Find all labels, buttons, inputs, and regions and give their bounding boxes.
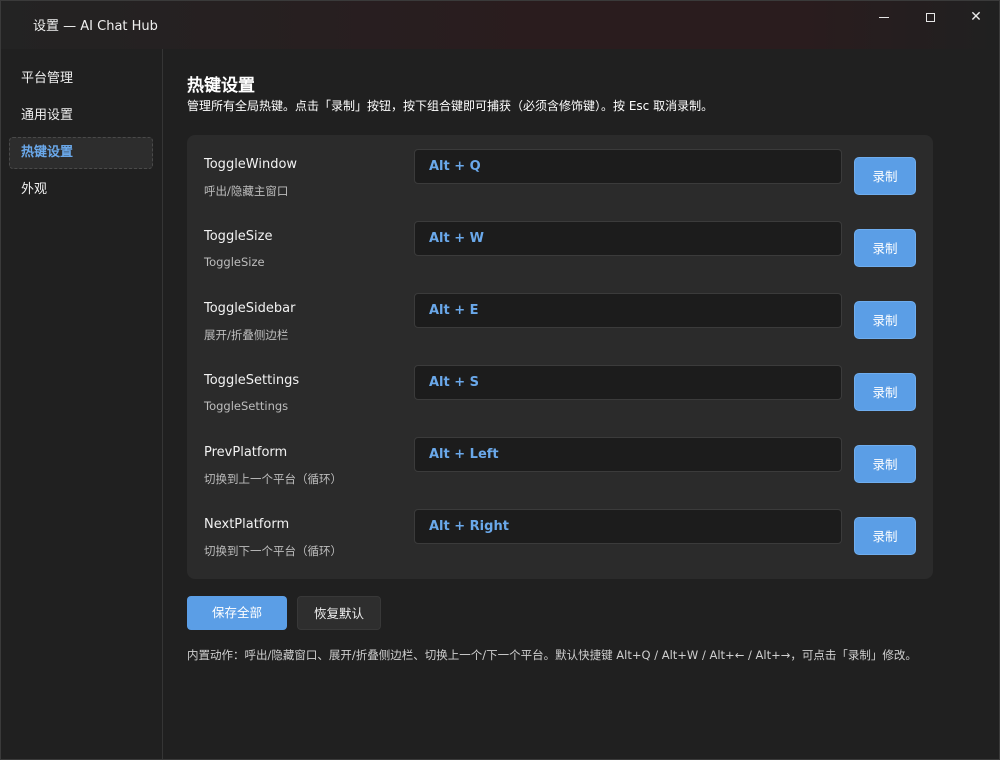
hotkey-row: ToggleSize ToggleSize Alt + W 录制 [187, 207, 933, 279]
sidebar: 平台管理 通用设置 热键设置 外观 [1, 49, 163, 759]
hotkey-name: PrevPlatform [204, 445, 288, 460]
settings-window: 设置 — AI Chat Hub ✕ 平台管理 通用设置 热键设置 外观 热键设… [0, 0, 1000, 760]
hotkey-description: 切换到上一个平台（循环） [204, 472, 342, 486]
restore-defaults-button[interactable]: 恢复默认 [297, 596, 381, 630]
hotkey-row: ToggleSidebar 展开/折叠侧边栏 Alt + E 录制 [187, 279, 933, 351]
record-button[interactable]: 录制 [854, 229, 916, 267]
hotkey-row: ToggleWindow 呼出/隐藏主窗口 Alt + Q 录制 [187, 135, 933, 207]
sidebar-item-hotkey-settings[interactable]: 热键设置 [9, 137, 153, 169]
hotkey-field[interactable]: Alt + Right [414, 509, 842, 544]
close-button[interactable]: ✕ [953, 1, 999, 33]
hotkey-name: ToggleSidebar [204, 301, 296, 316]
page-description: 管理所有全局热键。点击「录制」按钮，按下组合键即可捕获（必须含修饰键）。按 Es… [187, 99, 714, 113]
sidebar-item-appearance[interactable]: 外观 [9, 174, 153, 206]
hotkey-description: ToggleSize [204, 255, 265, 269]
hotkey-name: ToggleWindow [204, 157, 298, 172]
main-content: 热键设置 管理所有全局热键。点击「录制」按钮，按下组合键即可捕获（必须含修饰键）… [163, 49, 999, 759]
maximize-icon [925, 12, 935, 22]
hotkey-list: ToggleWindow 呼出/隐藏主窗口 Alt + Q 录制 ToggleS… [187, 135, 933, 579]
hotkey-field[interactable]: Alt + E [414, 293, 842, 328]
hotkey-name: NextPlatform [204, 517, 290, 532]
footnote: 内置动作：呼出/隐藏窗口、展开/折叠侧边栏、切换上一个/下一个平台。默认快捷键 … [187, 648, 917, 662]
hotkey-field[interactable]: Alt + Left [414, 437, 842, 472]
close-icon: ✕ [970, 9, 982, 25]
hotkey-description: ToggleSettings [204, 399, 289, 413]
hotkey-description: 展开/折叠侧边栏 [204, 328, 289, 342]
hotkey-row: NextPlatform 切换到下一个平台（循环） Alt + Right 录制 [187, 495, 933, 567]
hotkey-description: 切换到下一个平台（循环） [204, 544, 342, 558]
record-button[interactable]: 录制 [854, 445, 916, 483]
minimize-button[interactable] [861, 1, 907, 33]
hotkey-description: 呼出/隐藏主窗口 [204, 184, 289, 198]
hotkey-name: ToggleSettings [204, 373, 300, 388]
page-title: 热键设置 [187, 76, 255, 96]
hotkey-row: PrevPlatform 切换到上一个平台（循环） Alt + Left 录制 [187, 423, 933, 495]
title-bar[interactable]: 设置 — AI Chat Hub ✕ [1, 1, 999, 49]
save-all-button[interactable]: 保存全部 [187, 596, 287, 630]
hotkey-name: ToggleSize [204, 229, 273, 244]
window-title: 设置 — AI Chat Hub [33, 19, 158, 34]
hotkey-field[interactable]: Alt + Q [414, 149, 842, 184]
record-button[interactable]: 录制 [854, 157, 916, 195]
sidebar-item-general-settings[interactable]: 通用设置 [9, 100, 153, 132]
hotkey-field[interactable]: Alt + W [414, 221, 842, 256]
minimize-icon [879, 16, 889, 18]
hotkey-row: ToggleSettings ToggleSettings Alt + S 录制 [187, 351, 933, 423]
record-button[interactable]: 录制 [854, 301, 916, 339]
hotkey-field[interactable]: Alt + S [414, 365, 842, 400]
record-button[interactable]: 录制 [854, 517, 916, 555]
maximize-button[interactable] [907, 1, 953, 33]
sidebar-item-platform-management[interactable]: 平台管理 [9, 63, 153, 95]
record-button[interactable]: 录制 [854, 373, 916, 411]
